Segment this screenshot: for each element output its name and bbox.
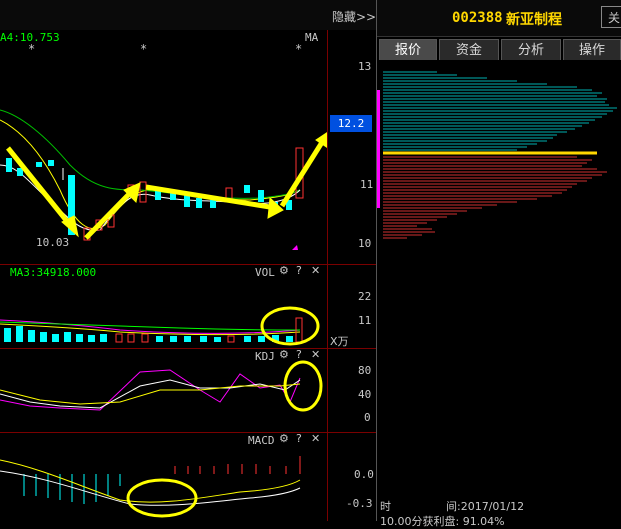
gear-icon[interactable]: ⚙	[279, 433, 289, 445]
chart-header-bar	[0, 0, 376, 30]
price-chart: * * *	[0, 42, 328, 250]
tab-funds[interactable]: 资金	[439, 39, 499, 60]
svg-text:*: *	[295, 42, 302, 56]
ma20-line	[0, 109, 301, 199]
macd-axis-0: 0.0	[354, 468, 374, 481]
kdj-axis-0: 0	[364, 411, 371, 424]
help-icon[interactable]: ?	[296, 433, 302, 445]
kdj-axis-40: 40	[358, 388, 372, 401]
help-icon[interactable]: ?	[296, 265, 302, 277]
price-flag: 12.2	[330, 115, 372, 132]
price-axis-10: 10	[358, 237, 372, 250]
ma10-line	[0, 119, 301, 230]
kdj-chart	[0, 360, 323, 412]
info-time-label: 时	[380, 500, 391, 513]
close-icon[interactable]: ✕	[311, 433, 320, 445]
macd-chart	[0, 456, 301, 518]
hide-panel-button[interactable]: 隐藏>>	[332, 8, 376, 25]
stock-code: 002388	[452, 10, 503, 26]
info-date-label: 间:2017/01/12	[446, 500, 525, 513]
tab-quote[interactable]: 报价	[379, 39, 437, 60]
vol-ma-label: MA3:34918.000	[10, 266, 97, 279]
svg-text:*: *	[140, 42, 147, 56]
kdj-axis-80: 80	[358, 364, 372, 377]
vol-unit: X万	[330, 335, 349, 348]
price-axis-11: 11	[360, 178, 374, 191]
low-price-label: 10.03	[36, 236, 70, 249]
svg-text:*: *	[28, 42, 35, 56]
tab-analysis[interactable]: 分析	[501, 39, 561, 60]
close-panel-label: 关	[608, 11, 621, 25]
candles	[6, 147, 304, 241]
macd-axis-neg03: -0.3	[346, 497, 373, 510]
price-axis-13: 13	[358, 60, 372, 73]
profit-ratio-line: 10.00分获利盘: 91.04%	[380, 515, 505, 528]
tab-operation[interactable]: 操作	[563, 39, 621, 60]
gear-icon[interactable]: ⚙	[279, 265, 289, 277]
stock-name: 新亚制程	[506, 12, 562, 28]
close-icon[interactable]: ✕	[311, 265, 320, 277]
chip-distribution-chart	[377, 71, 617, 239]
vol-axis-11: 11	[358, 314, 372, 327]
vol-axis-22: 22	[358, 290, 372, 303]
vol-indicator-name: VOL	[255, 266, 275, 279]
volume-chart	[0, 306, 320, 346]
